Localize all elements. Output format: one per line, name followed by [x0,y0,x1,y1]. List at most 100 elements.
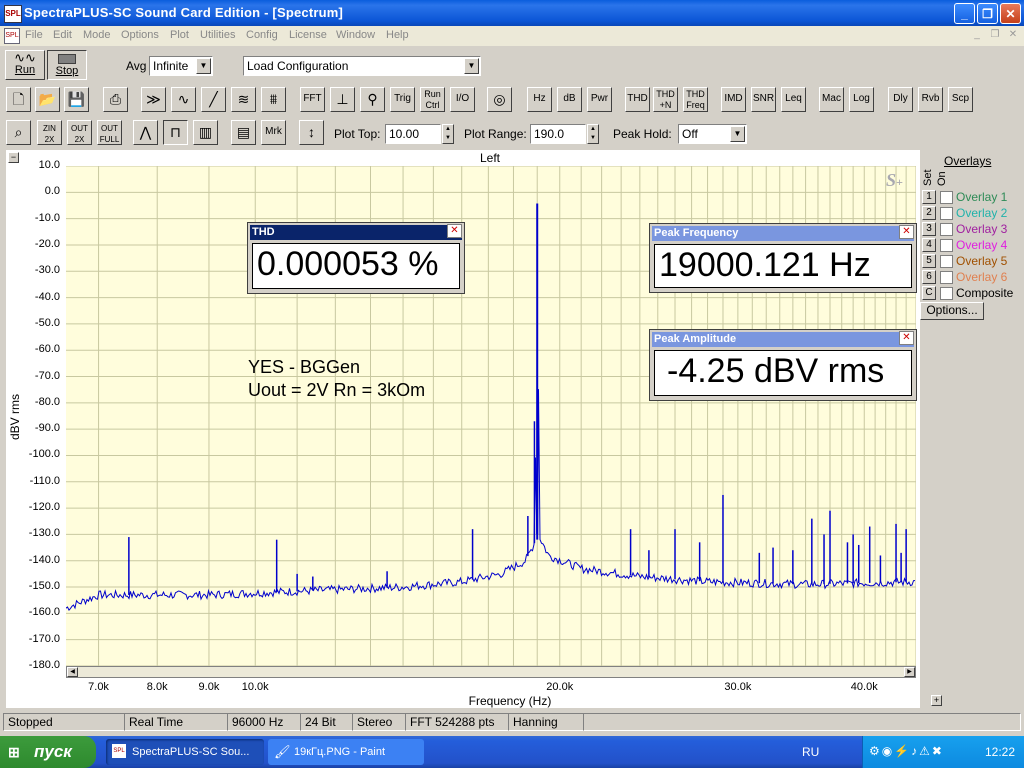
mdi-restore-icon[interactable]: ❐ [988,29,1002,42]
step-plot-icon[interactable]: ⊓ [163,120,188,145]
run-button[interactable]: ∿∿ Run [5,50,45,80]
line-plot-icon[interactable]: ⋀ [133,120,158,145]
peak-amplitude-window[interactable]: Peak Amplitude ✕ -4.25 dBV rms [649,329,917,401]
tray-icons[interactable]: ⚙◉⚡♪⚠✖ [869,744,944,758]
peak-hold-select[interactable]: Off ▼ [678,124,747,144]
leq-button[interactable]: Leq [781,87,806,112]
zoom-icon[interactable]: ⌕ [6,120,31,145]
trig-button[interactable]: Trig [390,87,415,112]
overlay-set-button-1[interactable]: 1 [922,190,936,204]
language-indicator[interactable]: RU [802,745,819,759]
zoom-out-full-button[interactable]: OUT FULL [97,120,122,145]
overlay-set-button-3[interactable]: 3 [922,222,936,236]
3d-surface-icon[interactable]: ⩩ [261,87,286,112]
io-button[interactable]: I/O [450,87,475,112]
thd-readout-window[interactable]: THD ✕ 0.000053 % [247,222,465,294]
run-ctrl-button[interactable]: Run Ctrl [420,87,445,112]
close-button[interactable]: ✕ [1000,3,1021,24]
zoom-out-2x-button[interactable]: OUT 2X [67,120,92,145]
app-icon[interactable]: SPL [4,5,22,23]
marker-button[interactable]: Mrk [261,120,286,145]
record-icon[interactable]: ≫ [141,87,166,112]
start-button[interactable]: ⊞ пуск [0,736,96,768]
overlay-set-button-6[interactable]: 6 [922,270,936,284]
open-folder-icon[interactable]: 📂 [35,87,60,112]
horizontal-scrollbar[interactable]: ◀ ▶ [66,666,916,678]
overlay-set-button-2[interactable]: 2 [922,206,936,220]
overlay-checkbox-4[interactable] [940,239,953,252]
menu-config[interactable]: Config [246,29,278,41]
scp-button[interactable]: Scp [948,87,973,112]
plot-range-input[interactable]: 190.0 [530,124,586,144]
overlay-set-button-5[interactable]: 5 [922,254,936,268]
log-button[interactable]: Log [849,87,874,112]
menu-utilities[interactable]: Utilities [200,29,235,41]
peak-frequency-window[interactable]: Peak Frequency ✕ 19000.121 Hz [649,223,917,293]
doc-icon[interactable]: SPL [4,28,20,44]
thd-freq-button[interactable]: THD Freq [683,87,708,112]
thd-n-button[interactable]: THD +N [653,87,678,112]
pwr-button[interactable]: Pwr [587,87,612,112]
mdi-close-icon[interactable]: ✕ [1006,29,1020,42]
spectrogram-icon[interactable]: ≋ [231,87,256,112]
imd-button[interactable]: IMD [721,87,746,112]
expand-icon[interactable]: + [931,695,942,706]
close-icon[interactable]: ✕ [899,225,914,239]
overlay-checkbox-3[interactable] [940,223,953,236]
maximize-button[interactable]: ❐ [977,3,998,24]
y-axis-title: dBV rms [8,393,22,440]
overlay-checkbox-2[interactable] [940,207,953,220]
on-column-label: On [936,171,948,186]
menu-mode[interactable]: Mode [83,29,111,41]
stop-button[interactable]: Stop [47,50,87,80]
close-icon[interactable]: ✕ [447,224,462,238]
spectrum-mode-icon[interactable]: ∿ [171,87,196,112]
sampling-icon[interactable]: ⊥ [330,87,355,112]
minimize-button[interactable]: _ [954,3,975,24]
menu-window[interactable]: Window [336,29,375,41]
overlay-set-button-C[interactable]: C [922,286,936,300]
thd-button[interactable]: THD [625,87,650,112]
plot-top-spinner[interactable]: ▲ ▼ [442,124,454,144]
scroll-right-icon[interactable]: ▶ [904,667,915,677]
snr-button[interactable]: SNR [751,87,776,112]
avg-select[interactable]: Infinite ▼ [149,56,213,76]
fft-button[interactable]: FFT [300,87,325,112]
scroll-left-icon[interactable]: ◀ [67,667,78,677]
overlay-checkbox-5[interactable] [940,255,953,268]
menu-options[interactable]: Options [121,29,159,41]
config-select[interactable]: Load Configuration ▼ [243,56,481,76]
db-button[interactable]: dB [557,87,582,112]
overlay-set-button-4[interactable]: 4 [922,238,936,252]
task-paint[interactable]: 🖌 19кГц.PNG - Paint [268,739,424,765]
table-icon[interactable]: ▤ [231,120,256,145]
close-icon[interactable]: ✕ [899,331,914,345]
signal-generator-icon[interactable]: ◎ [487,87,512,112]
waveform-icon[interactable]: ╱ [201,87,226,112]
task-spectraplus[interactable]: SPL SpectraPLUS-SC Sou... [106,739,264,765]
print-icon[interactable]: ⎙ [103,87,128,112]
dly-button[interactable]: Dly [888,87,913,112]
calibration-icon[interactable]: ⚲ [360,87,385,112]
menu-plot[interactable]: Plot [170,29,189,41]
mac-button[interactable]: Mac [819,87,844,112]
scale-icon[interactable]: ↕ [299,120,324,145]
rvb-button[interactable]: Rvb [918,87,943,112]
overlay-checkbox-1[interactable] [940,191,953,204]
menu-edit[interactable]: Edit [53,29,72,41]
menu-file[interactable]: File [25,29,43,41]
mdi-minimize-icon[interactable]: _ [970,29,984,42]
overlay-checkbox-6[interactable] [940,271,953,284]
plot-top-input[interactable]: 10.00 [385,124,441,144]
new-file-icon[interactable]: 🗋 [6,87,31,112]
menu-license[interactable]: License [289,29,327,41]
menu-help[interactable]: Help [386,29,409,41]
bar-plot-icon[interactable]: ▥ [193,120,218,145]
overlay-options-button[interactable]: Options... [920,302,984,320]
overlay-checkbox-C[interactable] [940,287,953,300]
save-icon[interactable]: 💾 [64,87,89,112]
zoom-in-2x-button[interactable]: ZIN 2X [37,120,62,145]
y-tick-label: -30.0 [34,264,60,277]
plot-range-spinner[interactable]: ▲ ▼ [587,124,599,144]
hz-button[interactable]: Hz [527,87,552,112]
